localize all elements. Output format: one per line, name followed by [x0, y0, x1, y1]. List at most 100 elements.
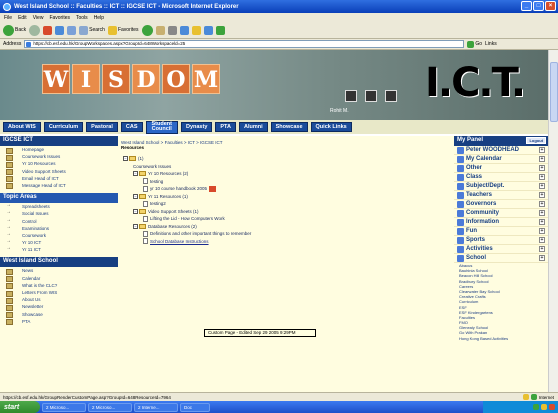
nav-student-council[interactable]: Student Council: [145, 120, 178, 134]
tree-node[interactable]: − (1): [121, 155, 451, 163]
favorites-button[interactable]: Favorites: [107, 25, 139, 35]
nav-cas[interactable]: CAS: [120, 122, 143, 132]
tree-label[interactable]: School Database Instructions: [150, 239, 209, 244]
topic-item[interactable]: Social Issues: [0, 209, 118, 217]
tree-node[interactable]: − Yr 10 Resources (2): [121, 170, 451, 178]
wis-item[interactable]: Letters From WIS: [0, 289, 118, 297]
tree-label[interactable]: (1): [138, 156, 144, 161]
links-button[interactable]: Links: [485, 41, 497, 47]
sidebar-item[interactable]: Video Support Sheets: [0, 168, 118, 176]
edit-icon[interactable]: [179, 25, 189, 35]
expand-toggle[interactable]: −: [133, 223, 138, 229]
scroll-thumb[interactable]: [550, 62, 558, 122]
sidebar-item[interactable]: Email Head of ICT: [0, 175, 118, 183]
tree-node[interactable]: testing: [121, 178, 451, 186]
panel-item[interactable]: Peter WOODHEAD +: [454, 146, 548, 155]
expand-icon[interactable]: +: [539, 165, 545, 171]
expand-toggle[interactable]: −: [133, 193, 138, 199]
tree-label[interactable]: Lifting the Lid - How Computers Work: [150, 216, 225, 221]
refresh-icon[interactable]: [55, 25, 65, 35]
taskbar-item[interactable]: Doc: [180, 402, 210, 412]
expand-icon[interactable]: +: [539, 219, 545, 225]
panel-item[interactable]: My Calendar +: [454, 155, 548, 164]
menu-favorites[interactable]: Favorites: [49, 15, 70, 21]
wis-item[interactable]: News: [0, 267, 118, 276]
taskbar-item[interactable]: 2 Interne...: [134, 402, 178, 412]
panel-item[interactable]: Sports +: [454, 236, 548, 245]
menu-view[interactable]: View: [33, 15, 44, 21]
discuss-icon[interactable]: [203, 25, 213, 35]
close-button[interactable]: ×: [545, 1, 556, 11]
tray-icon[interactable]: [533, 404, 539, 410]
print-icon[interactable]: [167, 25, 177, 35]
panel-item[interactable]: Subject/Dept. +: [454, 182, 548, 191]
school-link[interactable]: Hong Kong Based Activities: [454, 336, 548, 341]
tree-label[interactable]: Video Support Sheets (1): [148, 209, 198, 214]
nav-dynasty[interactable]: Dynasty: [180, 122, 213, 132]
logout-button[interactable]: Logout: [526, 137, 546, 144]
tree-node[interactable]: − Database Resources (2): [121, 223, 451, 231]
nav-showcase[interactable]: Showcase: [270, 122, 308, 132]
back-button[interactable]: Back: [3, 24, 26, 36]
wis-item[interactable]: PTA: [0, 318, 118, 326]
sidebar-item[interactable]: Yr 10 Resources: [0, 160, 118, 169]
panel-item[interactable]: Governors +: [454, 200, 548, 209]
stop-icon[interactable]: [43, 25, 53, 35]
expand-icon[interactable]: +: [539, 201, 545, 207]
vertical-scrollbar[interactable]: [548, 50, 558, 392]
menu-help[interactable]: Help: [94, 15, 104, 21]
menu-edit[interactable]: Edit: [18, 15, 27, 21]
topic-item[interactable]: Spreadsheets: [0, 202, 118, 210]
tree-label[interactable]: Yr 11 Resources (1): [148, 194, 188, 199]
expand-icon[interactable]: +: [539, 147, 545, 153]
tree-node[interactable]: Lifting the Lid - How Computers Work: [121, 215, 451, 223]
panel-item[interactable]: Other +: [454, 164, 548, 173]
topic-item[interactable]: Yr 10 ICT: [0, 238, 118, 246]
sidebar-item[interactable]: Coursework Issues: [0, 153, 118, 161]
expand-icon[interactable]: +: [539, 183, 545, 189]
forward-button[interactable]: [29, 24, 41, 36]
topic-item[interactable]: Coursework: [0, 231, 118, 239]
tree-label[interactable]: Yr 10 Resources (2): [148, 171, 188, 176]
menu-tools[interactable]: Tools: [76, 15, 88, 21]
tree-node[interactable]: Coursework Issues: [121, 163, 451, 171]
tree-node[interactable]: Definitions and other important things t…: [121, 230, 451, 238]
expand-icon[interactable]: +: [539, 210, 545, 216]
stop-icon[interactable]: [345, 90, 357, 102]
topic-item[interactable]: Examinations: [0, 224, 118, 232]
panel-item[interactable]: Activities +: [454, 245, 548, 254]
messenger-icon[interactable]: [215, 25, 225, 35]
expand-toggle[interactable]: −: [123, 156, 128, 162]
expand-icon[interactable]: +: [539, 174, 545, 180]
nav-curriculum[interactable]: Curriculum: [43, 122, 84, 132]
panel-item[interactable]: School +: [454, 254, 548, 263]
tree-node[interactable]: testing2: [121, 200, 451, 208]
expand-icon[interactable]: +: [539, 255, 545, 261]
minimize-button[interactable]: _: [521, 1, 532, 11]
panel-item[interactable]: Teachers +: [454, 191, 548, 200]
home-icon[interactable]: [67, 25, 77, 35]
expand-toggle[interactable]: −: [133, 171, 138, 177]
refresh-icon[interactable]: [365, 90, 377, 102]
tray-icon[interactable]: [541, 404, 547, 410]
expand-toggle[interactable]: −: [133, 208, 138, 214]
panel-item[interactable]: Information +: [454, 218, 548, 227]
maximize-button[interactable]: □: [533, 1, 544, 11]
panel-item[interactable]: Class +: [454, 173, 548, 182]
go-button[interactable]: Go: [467, 40, 482, 48]
nav-pta[interactable]: PTA: [215, 122, 236, 132]
wis-item[interactable]: Showcase: [0, 311, 118, 319]
folder-icon[interactable]: [191, 25, 201, 35]
tree-node[interactable]: School Database Instructions: [121, 238, 451, 246]
topic-item[interactable]: Yr 11 ICT: [0, 245, 118, 253]
expand-icon[interactable]: +: [539, 156, 545, 162]
nav-about[interactable]: About WIS: [3, 122, 41, 132]
tree-node[interactable]: − Video Support Sheets (1): [121, 208, 451, 216]
tree-label[interactable]: Coursework Issues: [133, 164, 171, 169]
home-icon[interactable]: [385, 90, 397, 102]
nav-alumni[interactable]: Alumni: [238, 122, 268, 132]
history-icon[interactable]: [141, 24, 153, 36]
taskbar-item[interactable]: 2 Microso...: [88, 402, 132, 412]
taskbar-item[interactable]: 2 Microso...: [42, 402, 86, 412]
expand-icon[interactable]: +: [539, 228, 545, 234]
